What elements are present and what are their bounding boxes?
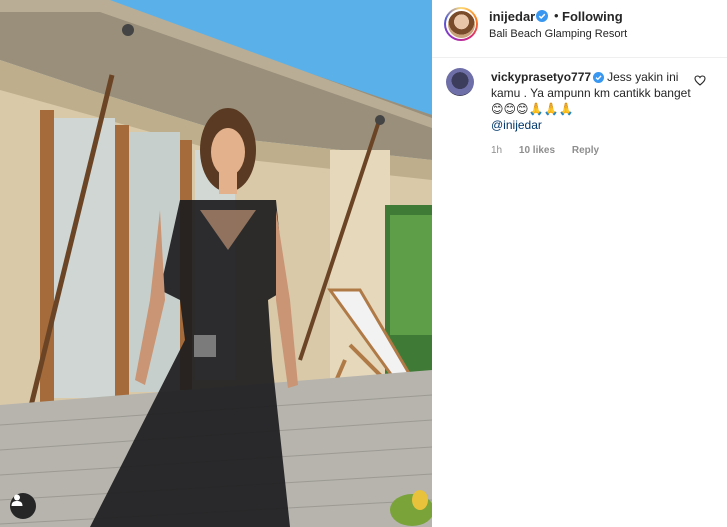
post-location[interactable]: Bali Beach Glamping Resort (489, 28, 627, 40)
comment-likes[interactable]: 10 likes (519, 145, 555, 156)
comment-body: vickyprasetyo777 Jess yakin ini kamu . Ya… (491, 69, 691, 133)
author-avatar-image (447, 10, 475, 38)
user-tag-icon (11, 494, 23, 506)
post-header: inijedar • Following Bali Beach Glamping… (432, 0, 727, 58)
pray-emoji: 🙏 (528, 102, 544, 116)
header-separator: • (554, 8, 559, 23)
reply-button[interactable]: Reply (572, 145, 599, 156)
author-avatar[interactable] (444, 7, 478, 41)
post-photo[interactable] (0, 0, 432, 527)
pray-emoji: 🙏 (558, 102, 574, 116)
smile-emoji: 😊 (491, 102, 504, 116)
photo-scene (0, 0, 432, 527)
smile-emoji: 😊 (516, 102, 529, 116)
comment-meta: 1h 10 likes Reply (491, 145, 613, 156)
following-button[interactable]: Following (562, 9, 623, 24)
commenter-avatar[interactable] (446, 68, 474, 96)
commenter-username[interactable]: vickyprasetyo777 (491, 70, 591, 84)
verified-badge-icon (536, 10, 548, 22)
comment-time[interactable]: 1h (491, 145, 502, 156)
author-username[interactable]: inijedar (489, 9, 535, 24)
pray-emoji: 🙏 (543, 102, 559, 116)
heart-outline-icon[interactable] (694, 75, 706, 86)
verified-badge-icon (593, 72, 605, 83)
post-side-panel: inijedar • Following Bali Beach Glamping… (432, 0, 727, 527)
comment-mention-link[interactable]: @inijedar (491, 118, 542, 132)
user-tag-button[interactable] (10, 493, 36, 519)
smile-emoji: 😊 (503, 102, 517, 116)
